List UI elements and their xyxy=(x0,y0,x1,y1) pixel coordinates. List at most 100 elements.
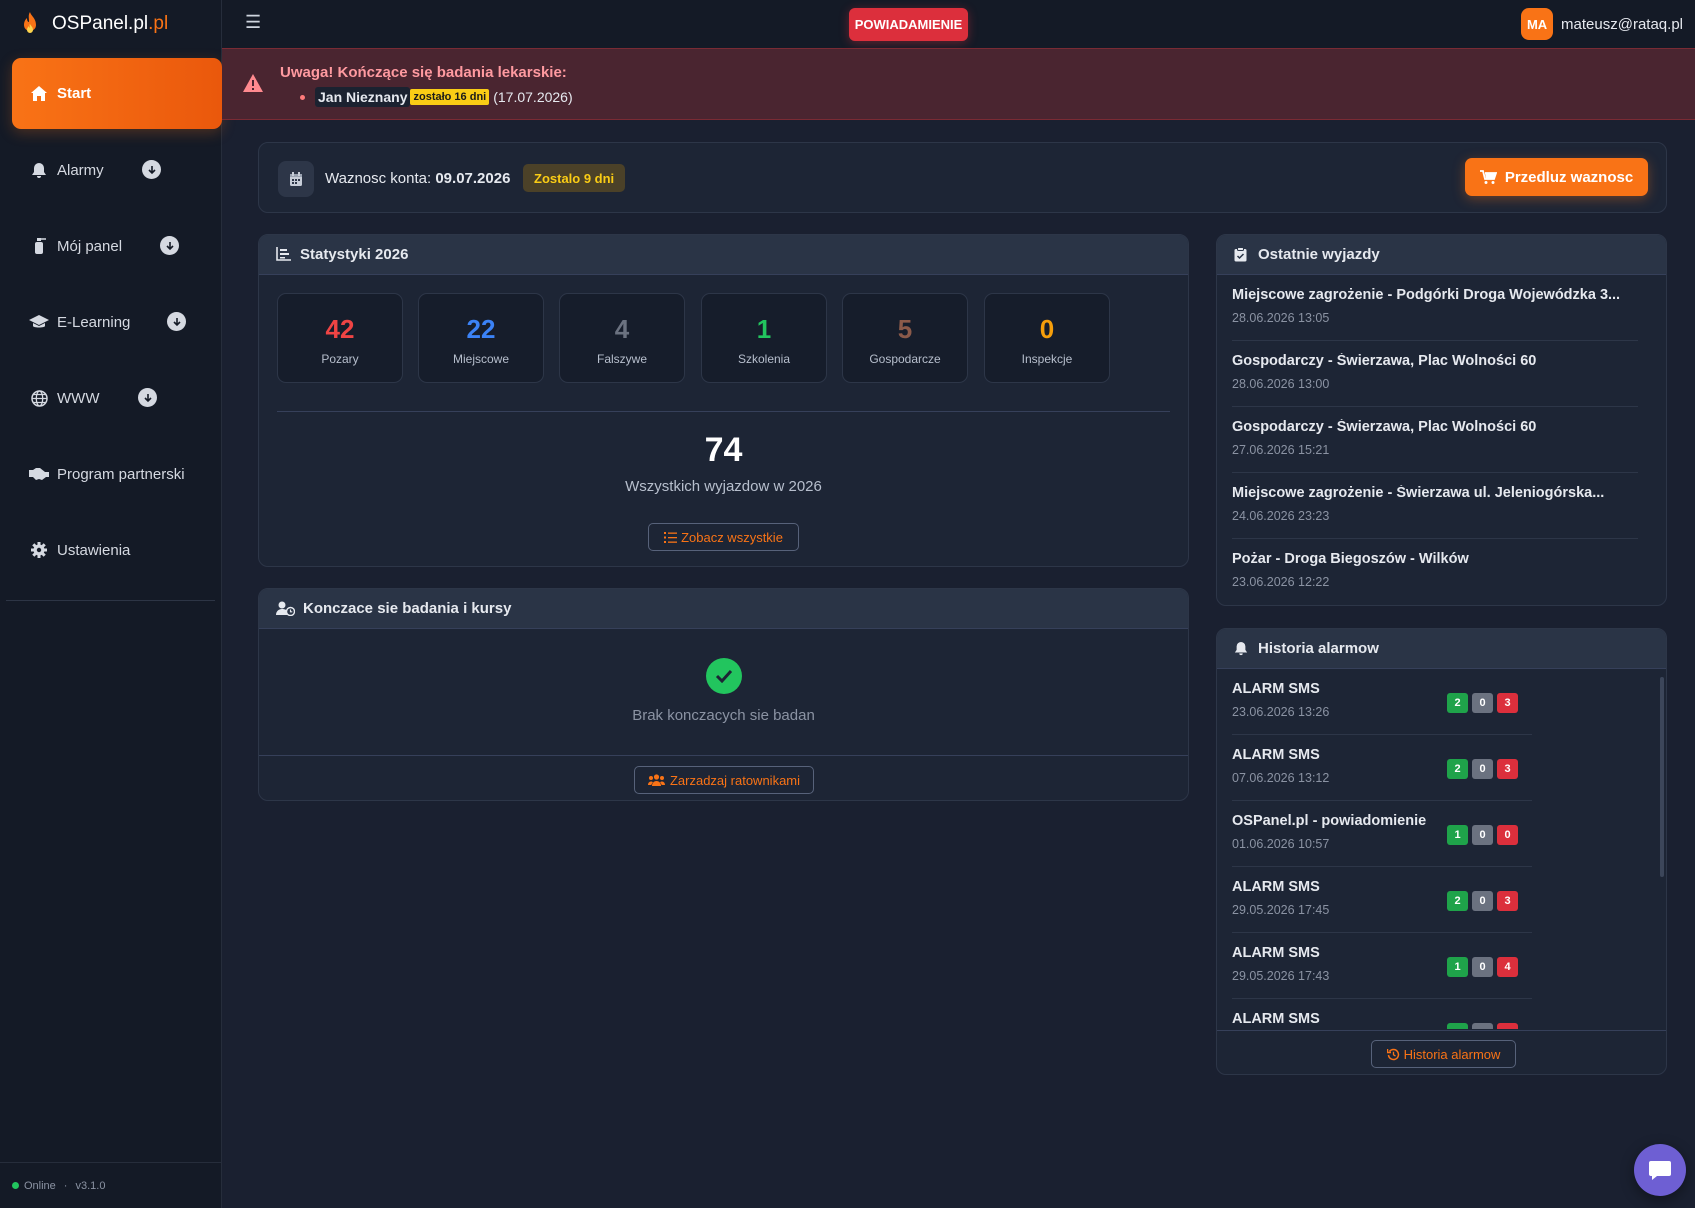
chat-icon xyxy=(1649,1161,1671,1180)
chat-button[interactable] xyxy=(1634,1144,1686,1196)
sidebar-item-e-learning[interactable]: E-Learning xyxy=(12,287,222,357)
user-clock-icon xyxy=(276,601,295,617)
alarm-history-list[interactable]: ALARM SMS 23.06.2026 13:26 2 0 3 ALARM SMS 07.… xyxy=(1217,669,1666,1029)
declined-count-badge xyxy=(1497,1023,1518,1029)
sidebar-footer: Online · v3.1.0 xyxy=(0,1162,222,1208)
check-circle-icon xyxy=(706,658,742,694)
sidebar-divider xyxy=(6,600,215,601)
home-icon xyxy=(29,84,49,104)
sidebar-item-start[interactable]: Start xyxy=(12,58,222,129)
response-badges: 203 xyxy=(1447,759,1518,779)
online-status-dot xyxy=(12,1182,19,1189)
exams-header: Konczace sie badania i kursy xyxy=(259,589,1188,629)
confirmed-count-badge: 2 xyxy=(1447,891,1468,911)
days-left-badge: zostało 16 dni xyxy=(410,89,490,105)
total-trips-label: Wszystkich wyjazdow w 2026 xyxy=(625,478,822,495)
exams-footer xyxy=(259,755,1188,756)
trip-list: Miejscowe zagrożenie - Podgórki Droga Wo… xyxy=(1217,275,1666,605)
user-menu[interactable]: MA mateusz@rataq.pl xyxy=(1521,8,1683,40)
alarm-history-row[interactable]: ALARM SMS xyxy=(1232,999,1532,1029)
sidebar-item-label: Mój panel xyxy=(57,237,123,255)
declined-count-badge: 3 xyxy=(1497,891,1518,911)
brand[interactable]: OSPanel.pl.pl xyxy=(0,0,221,48)
gear-icon xyxy=(29,540,49,560)
warning-icon xyxy=(243,74,263,92)
response-badges xyxy=(1447,1023,1518,1029)
alarm-history-row[interactable]: ALARM SMS 07.06.2026 13:12 2 0 3 xyxy=(1232,735,1532,801)
validity-label: Waznosc konta: xyxy=(325,170,432,187)
alarm-history-button[interactable]: Historia alarmow xyxy=(1371,1040,1516,1068)
account-validity: Waznosc konta: 09.07.2026 xyxy=(325,170,510,187)
sidebar-item-label: Alarmy xyxy=(57,161,104,179)
trip-item[interactable]: Gospodarczy - Świerzawa, Plac Wolności 6… xyxy=(1232,341,1638,407)
declined-count-badge: 3 xyxy=(1497,693,1518,713)
scrollbar[interactable] xyxy=(1660,677,1664,877)
extinguisher-icon xyxy=(29,236,49,256)
sidebar-item-ustawienia[interactable]: Ustawienia xyxy=(12,515,222,585)
stat-label: Falszywe xyxy=(596,352,647,366)
response-badges: 104 xyxy=(1447,957,1518,977)
alarm-history-row[interactable]: ALARM SMS 23.06.2026 13:26 2 0 3 xyxy=(1232,669,1532,735)
alert-title: Uwaga! Kończące się badania lekarskie: xyxy=(280,64,567,81)
menu-toggle-icon[interactable]: ☰ xyxy=(245,12,261,33)
confirmed-count-badge: 1 xyxy=(1447,957,1468,977)
app-version: v3.1.0 xyxy=(75,1179,106,1192)
stat-box[interactable]: 0 Inspekcje xyxy=(984,293,1110,383)
graduation-cap-icon xyxy=(29,312,49,332)
sidebar-item-www[interactable]: WWW xyxy=(12,363,222,433)
chevron-down-icon[interactable] xyxy=(167,312,186,331)
sidebar-item-program-partnerski[interactable]: Program partnerski xyxy=(12,439,222,509)
users-icon xyxy=(647,774,665,786)
stat-value: 1 xyxy=(756,314,772,344)
declined-count-badge: 4 xyxy=(1497,957,1518,977)
remaining-days-badge: Zostalo 9 dni xyxy=(523,164,626,192)
stat-box[interactable]: 4 Falszywe xyxy=(559,293,685,383)
sidebar-item-alarmy[interactable]: Alarmy xyxy=(12,135,222,205)
clipboard-icon xyxy=(1234,246,1250,263)
trip-item[interactable]: Gospodarczy - Świerzawa, Plac Wolności 6… xyxy=(1232,407,1638,473)
empty-message: Brak konczacych sie badan xyxy=(632,707,815,724)
neutral-count-badge: 0 xyxy=(1472,759,1493,779)
extend-validity-button[interactable]: Przedluz waznosc xyxy=(1465,158,1648,196)
list-icon xyxy=(664,531,678,543)
stat-box[interactable]: 1 Szkolenia xyxy=(701,293,827,383)
chevron-down-icon[interactable] xyxy=(138,388,157,407)
stat-label: Miejscowe xyxy=(452,352,509,366)
sidebar-item-moj-panel[interactable]: Mój panel xyxy=(12,211,222,281)
stat-label: Inspekcje xyxy=(1021,352,1073,366)
history-icon xyxy=(1386,1048,1399,1060)
globe-icon xyxy=(29,388,49,408)
exams-title: Konczace sie badania i kursy xyxy=(303,600,512,617)
confirmed-count-badge xyxy=(1447,1023,1468,1029)
chevron-down-icon[interactable] xyxy=(160,236,179,255)
user-email[interactable]: mateusz@rataq.pl xyxy=(1561,16,1683,33)
chart-bar-icon xyxy=(276,246,292,263)
trip-title: Miejscowe zagrożenie - Podgórki Droga Wo… xyxy=(1232,287,1621,303)
stat-box[interactable]: 42 Pozary xyxy=(277,293,403,383)
neutral-count-badge xyxy=(1472,1023,1493,1029)
trip-item[interactable]: Miejscowe zagrożenie - Podgórki Droga Wo… xyxy=(1232,275,1638,341)
alarm-history-row[interactable]: OSPanel.pl - powiadomienie 01.06.2026 10:… xyxy=(1232,801,1532,867)
sidebar-item-label: WWW xyxy=(57,389,100,407)
stat-box[interactable]: 22 Miejscowe xyxy=(418,293,544,383)
avatar[interactable]: MA xyxy=(1521,8,1554,40)
stat-label: Pozary xyxy=(321,352,359,366)
person-name[interactable]: Jan Nieznany xyxy=(315,87,411,107)
stat-value: 0 xyxy=(1039,314,1055,344)
chevron-down-icon[interactable] xyxy=(142,160,161,179)
neutral-count-badge: 0 xyxy=(1472,693,1493,713)
manage-rescuers-button[interactable]: Zarzadzaj ratownikami xyxy=(634,766,814,794)
brand-main-text: OSPanel.pl xyxy=(52,13,149,34)
trip-date: 23.06.2026 12:22 xyxy=(1232,575,1330,589)
trip-item[interactable]: Miejscowe zagrożenie - Świerzawa ul. Jel… xyxy=(1232,473,1638,539)
alarm-history-row[interactable]: ALARM SMS 29.05.2026 17:45 2 0 3 xyxy=(1232,867,1532,933)
see-all-button[interactable]: Zobacz wszystkie xyxy=(648,523,799,551)
trip-item[interactable]: Pożar - Droga Biegoszów - Wilków 23.06.20… xyxy=(1232,539,1638,605)
bullet xyxy=(300,94,305,100)
alarm-history-row[interactable]: ALARM SMS 29.05.2026 17:43 1 0 4 xyxy=(1232,933,1532,999)
recent-trips-card: Ostatnie wyjazdy Miejscowe zagrożenie - … xyxy=(1216,234,1667,606)
stat-box[interactable]: 5 Gospodarcze xyxy=(842,293,968,383)
validity-date: 09.07.2026 xyxy=(435,170,511,187)
stat-label: Gospodarcze xyxy=(869,352,941,366)
notify-button[interactable]: POWIADAMIENIE xyxy=(849,8,968,41)
